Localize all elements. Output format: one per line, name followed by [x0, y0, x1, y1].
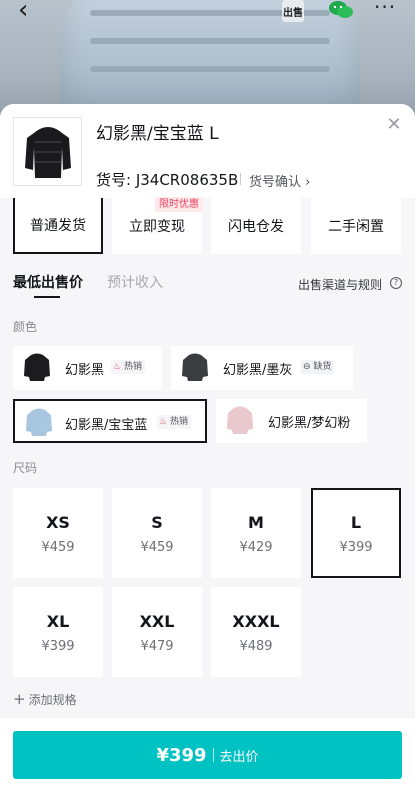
color-name: 幻影黑/墨灰 — [223, 363, 293, 378]
price-tabs: 最低出售价 预计收入 出售渠道与规则 ? — [0, 264, 415, 304]
color-option-black-pink[interactable]: 幻影黑/梦幻粉 — [216, 399, 367, 443]
channel-label: 普通发货 — [30, 218, 86, 234]
size-option-xl[interactable]: XL ¥399 — [13, 587, 103, 677]
size-name: M — [248, 513, 264, 532]
jacket-thumbnail-icon — [24, 126, 71, 178]
tab-expected-income[interactable]: 预计收入 — [107, 272, 163, 292]
place-bid-button[interactable]: ¥399 去出价 — [13, 731, 402, 779]
size-section-label: 尺码 — [13, 461, 38, 475]
size-name: XXXL — [232, 612, 280, 631]
channel-flash-warehouse[interactable]: 闪电仓发 — [211, 198, 301, 254]
back-arrow-icon[interactable]: ‹ — [18, 0, 42, 24]
channel-label: 二手闲置 — [328, 219, 384, 235]
product-sku: 货号: J34CR08635B — [96, 171, 239, 189]
hot-badge: ♨ 热销 — [111, 360, 145, 374]
divider — [212, 748, 214, 762]
flame-icon: ♨ — [113, 362, 122, 372]
add-spec-link[interactable]: + 添加规格 — [13, 690, 77, 708]
jacket-swatch-icon — [24, 353, 50, 381]
size-name: XS — [46, 513, 70, 532]
jacket-swatch-icon — [26, 408, 52, 436]
jacket-swatch-icon — [227, 406, 253, 434]
plus-icon: + — [13, 690, 26, 708]
sell-channel-tabs: 普通发货 立即变现 闪电仓发 二手闲置 — [0, 198, 415, 260]
color-option-black-baby-blue[interactable]: 幻影黑/宝宝蓝 ♨ 热销 — [13, 399, 207, 443]
channel-label: 立即变现 — [129, 219, 185, 235]
divider — [240, 173, 241, 185]
size-price: ¥399 — [339, 540, 373, 555]
size-price: ¥479 — [140, 639, 174, 654]
size-price: ¥459 — [140, 540, 174, 555]
sheet-header: 幻影黑/宝宝蓝 L ✕ 货号: J34CR08635B 货号确认 › — [0, 104, 415, 198]
color-option-black-grey[interactable]: 幻影黑/墨灰 ⊖ 缺货 — [171, 346, 353, 390]
close-icon[interactable]: ✕ — [385, 116, 403, 134]
help-icon[interactable]: ? — [390, 277, 402, 289]
sku-confirm-link[interactable]: 货号确认 › — [249, 171, 310, 190]
color-option-black[interactable]: 幻影黑 ♨ 热销 — [13, 346, 162, 390]
out-of-stock-badge: ⊖ 缺货 — [301, 360, 335, 374]
color-name: 幻影黑/梦幻粉 — [268, 416, 351, 431]
badge-text: 热销 — [123, 362, 142, 372]
footer-bar: ¥399 去出价 — [0, 718, 415, 799]
size-price: ¥459 — [41, 540, 75, 555]
active-tab-indicator — [34, 296, 60, 298]
channel-label: 闪电仓发 — [228, 219, 284, 235]
size-name: XL — [46, 612, 70, 631]
size-name: XXL — [139, 612, 175, 631]
size-option-l[interactable]: L ¥399 — [311, 488, 401, 578]
size-price: ¥429 — [239, 540, 273, 555]
tab-lowest-price[interactable]: 最低出售价 — [13, 272, 83, 292]
add-spec-label: 添加规格 — [28, 693, 77, 707]
jacket-swatch-icon — [182, 353, 208, 381]
channel-rules-link[interactable]: 出售渠道与规则 — [298, 276, 382, 293]
color-name: 幻影黑 — [65, 363, 105, 378]
channel-normal-shipping[interactable]: 普通发货 — [13, 198, 103, 254]
badge-text: 热销 — [169, 417, 188, 427]
bid-price: ¥399 — [156, 744, 207, 766]
wechat-icon[interactable] — [328, 0, 354, 20]
channel-second-hand[interactable]: 二手闲置 — [311, 198, 401, 254]
size-option-xs[interactable]: XS ¥459 — [13, 488, 103, 578]
badge-text: 缺货 — [313, 362, 332, 372]
size-option-xxl[interactable]: XXL ¥479 — [112, 587, 202, 677]
size-option-xxxl[interactable]: XXXL ¥489 — [211, 587, 301, 677]
size-name: S — [151, 513, 163, 532]
limited-offer-badge: 限时优惠 — [155, 197, 203, 212]
size-name: L — [350, 513, 362, 532]
size-price: ¥399 — [41, 639, 75, 654]
photo-tag: 出售 — [282, 0, 304, 22]
product-title: 幻影黑/宝宝蓝 L — [96, 124, 219, 144]
color-section-label: 颜色 — [13, 320, 38, 334]
size-price: ¥489 — [239, 639, 273, 654]
size-option-s[interactable]: S ¥459 — [112, 488, 202, 578]
color-name: 幻影黑/宝宝蓝 — [65, 418, 148, 433]
flame-icon: ♨ — [159, 417, 168, 427]
jacket-photo — [60, 0, 360, 120]
bid-label: 去出价 — [219, 749, 259, 765]
more-icon[interactable]: ··· — [374, 0, 396, 17]
size-option-m[interactable]: M ¥429 — [211, 488, 301, 578]
sell-sheet: 幻影黑/宝宝蓝 L ✕ 货号: J34CR08635B 货号确认 › 普通发货 … — [0, 104, 415, 799]
hot-badge: ♨ 热销 — [157, 415, 191, 429]
product-thumbnail — [13, 117, 82, 186]
